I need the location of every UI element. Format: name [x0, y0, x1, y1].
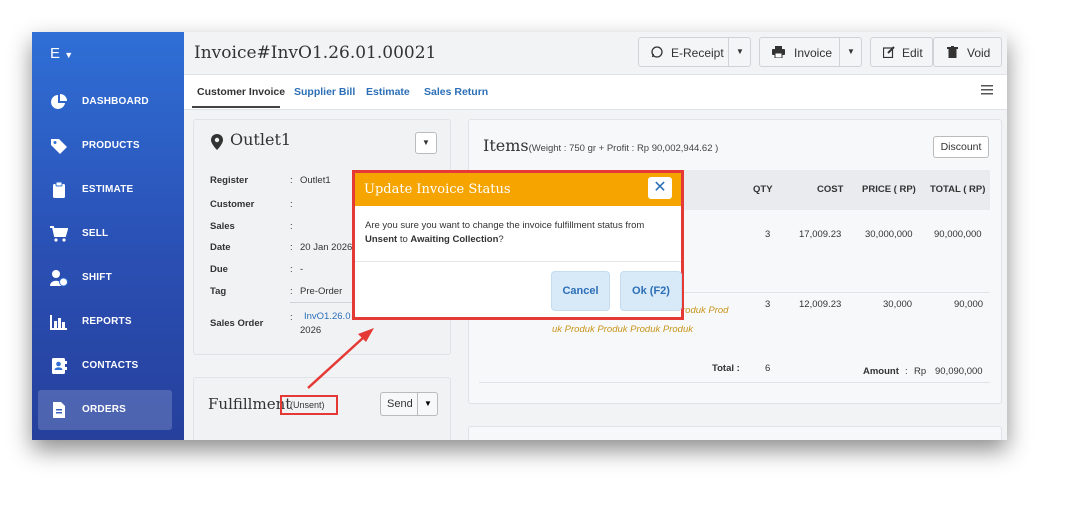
- modal-message: Are you sure you want to change the invo…: [365, 219, 675, 247]
- status-to: Awaiting Collection: [410, 234, 499, 245]
- modal-divider: [355, 261, 681, 262]
- message-prefix: Are you sure you want to change the invo…: [365, 220, 645, 231]
- update-status-modal: Update Invoice Status ✕ Are you sure you…: [352, 170, 684, 320]
- modal-title: Update Invoice Status: [364, 182, 511, 197]
- message-mid: to: [397, 234, 411, 245]
- message-suffix: ?: [498, 234, 504, 245]
- ok-button[interactable]: Ok (F2): [620, 271, 682, 311]
- close-icon[interactable]: ✕: [648, 177, 672, 199]
- modal-header: Update Invoice Status ✕: [355, 173, 681, 206]
- status-from: Unsent: [365, 234, 398, 245]
- cancel-button[interactable]: Cancel: [551, 271, 610, 311]
- app-window: E ▼ DASHBOARD PRODUCTS ESTIMATE SELL SHI…: [32, 32, 1007, 440]
